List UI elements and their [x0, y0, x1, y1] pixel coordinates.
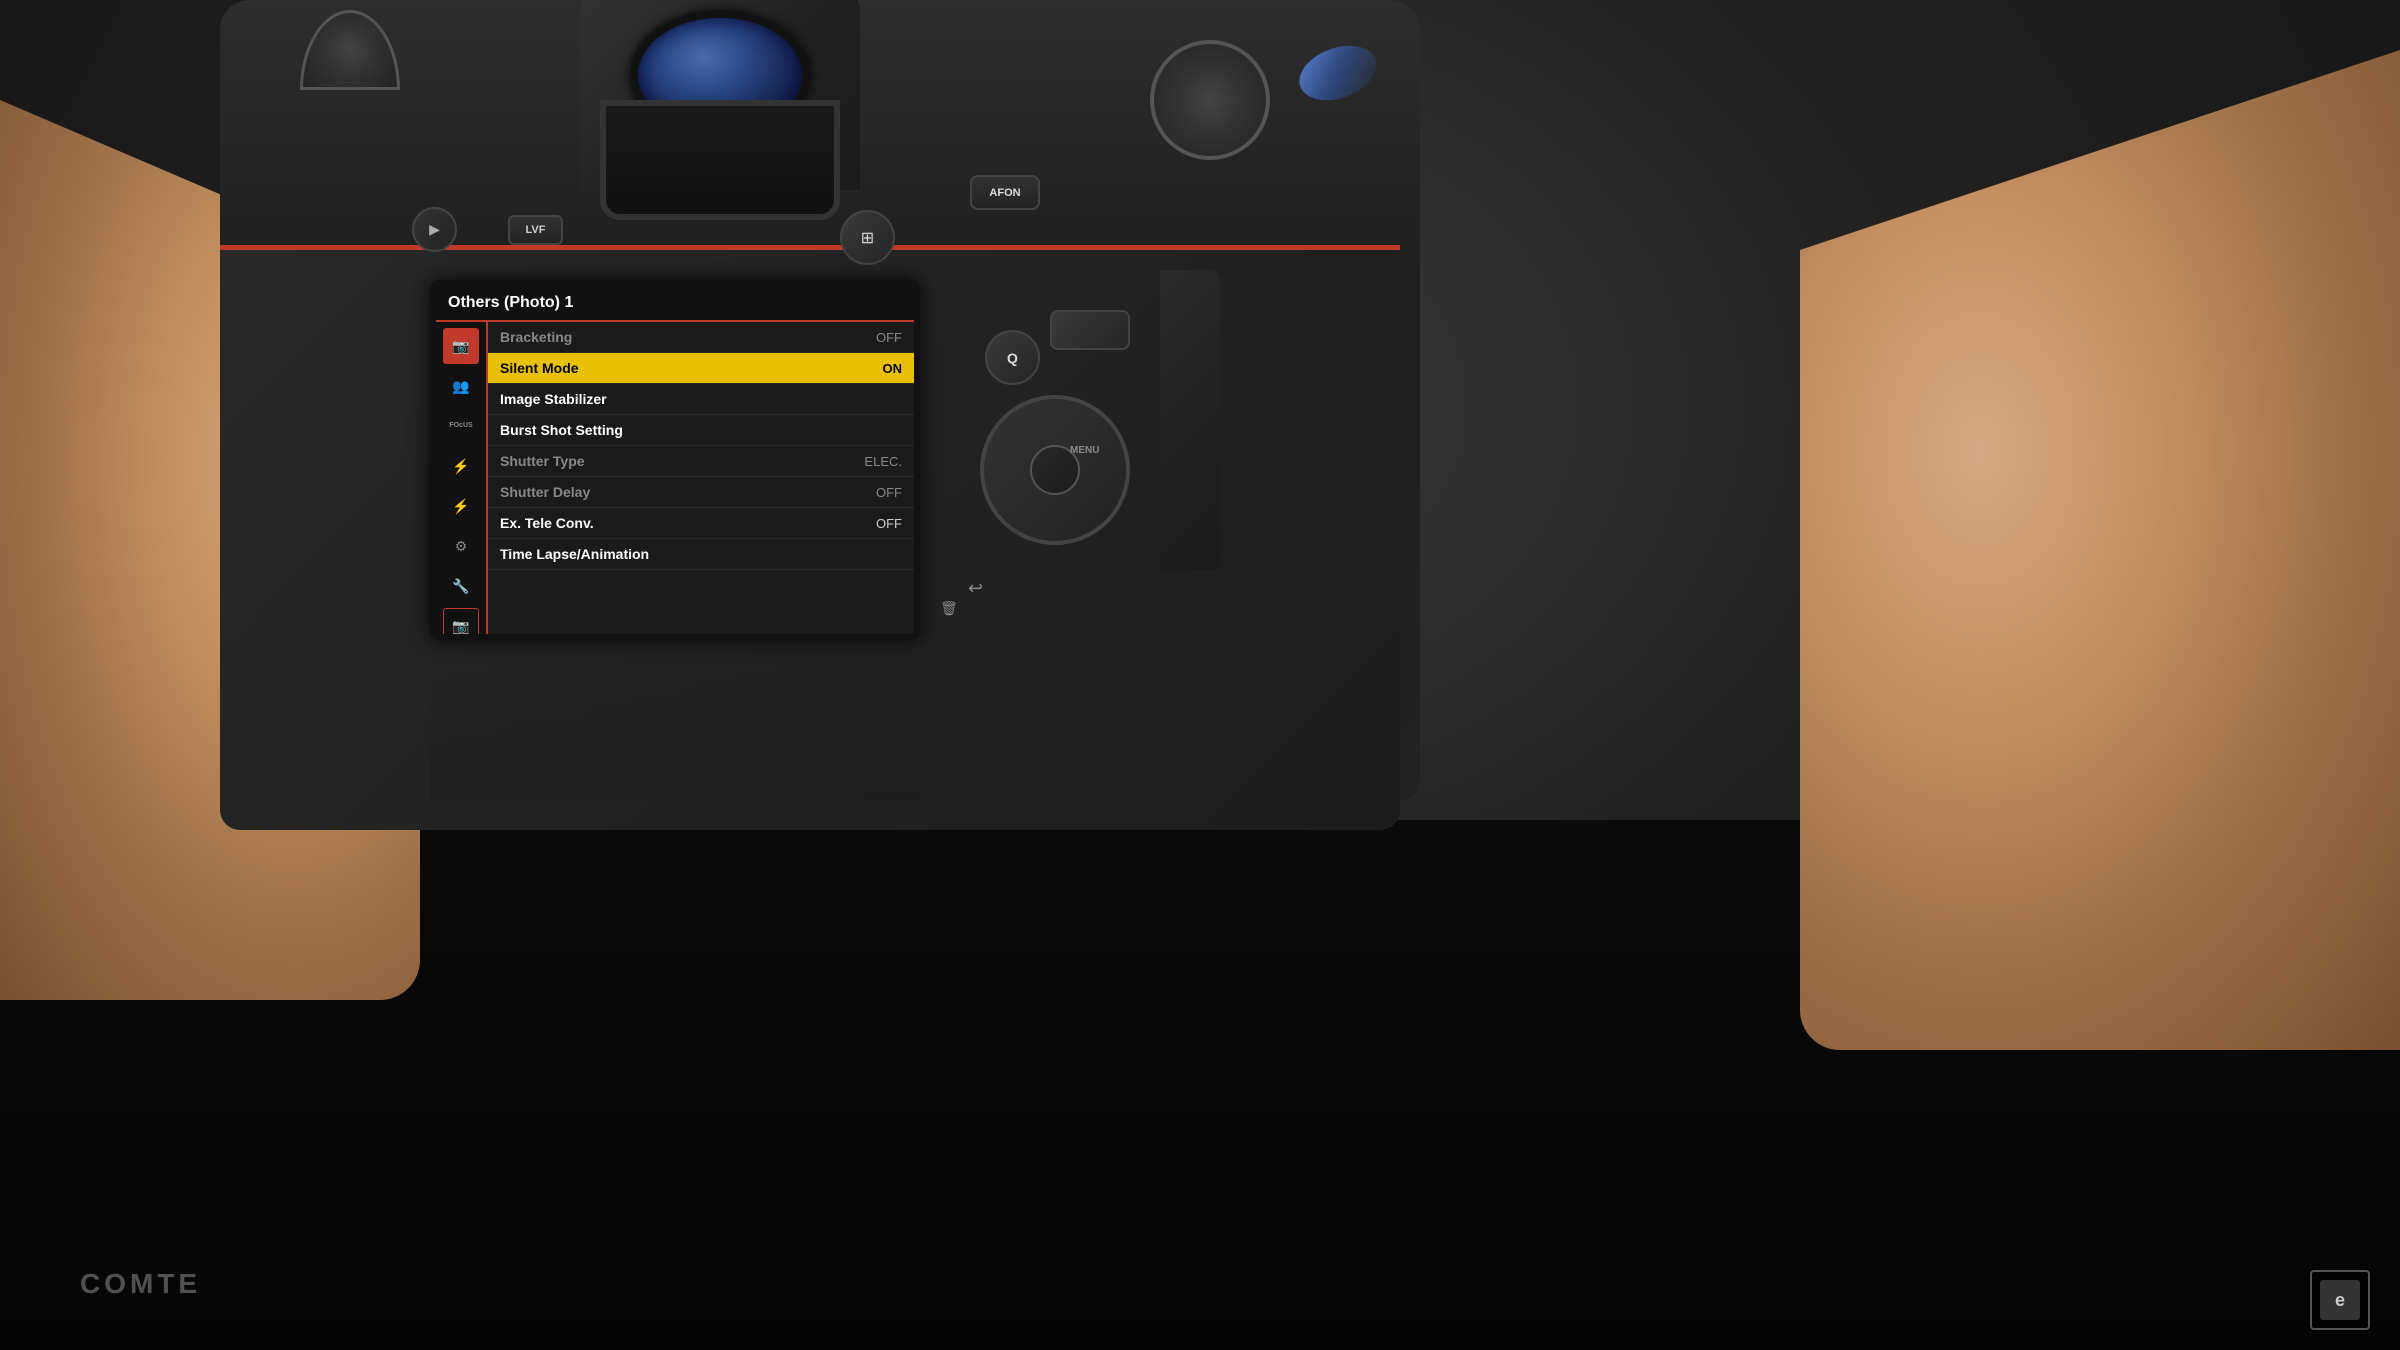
- brand-icon: e: [2320, 1280, 2360, 1320]
- brand-symbol: e: [2335, 1290, 2345, 1311]
- silent-mode-label: Silent Mode: [500, 360, 579, 376]
- screen-content: Others (Photo) 1 📷 👥 FOcUS ⚡: [436, 286, 914, 634]
- flash2-icon: ⚡: [452, 498, 469, 515]
- gear-icon: ⚙: [455, 538, 468, 555]
- shutter-type-value: ELEC.: [864, 454, 902, 469]
- menu-title: Others (Photo) 1: [448, 294, 573, 311]
- sidebar-item-flash1[interactable]: ⚡: [443, 448, 479, 484]
- timelapse-label: Time Lapse/Animation: [500, 546, 649, 562]
- grid-button[interactable]: ⊞: [840, 210, 895, 265]
- menu-sidebar: 📷 👥 FOcUS ⚡ ⚡ ⚙: [436, 322, 488, 640]
- image-stabilizer-label: Image Stabilizer: [500, 391, 607, 407]
- thumb-grip: [1160, 270, 1220, 570]
- q-label: Q: [1007, 350, 1018, 366]
- engadget-watermark: COMTE: [80, 1268, 201, 1300]
- rear-knob[interactable]: [1050, 310, 1130, 350]
- menu-item-bracketing[interactable]: Bracketing OFF: [488, 322, 914, 353]
- sidebar-item-focus[interactable]: FOcUS: [443, 408, 479, 444]
- sidebar-item-gear[interactable]: ⚙: [443, 528, 479, 564]
- brand-watermark: e: [2310, 1270, 2370, 1330]
- bracketing-value: OFF: [876, 330, 902, 345]
- sidebar-item-flash2[interactable]: ⚡: [443, 488, 479, 524]
- focus-label: FOcUS: [449, 422, 472, 430]
- menu-items-list: Bracketing OFF Silent Mode ON Image Stab…: [488, 322, 914, 640]
- people-icon: 👥: [452, 378, 469, 395]
- shutter-delay-label: Shutter Delay: [500, 484, 590, 500]
- camera-red-icon: 📷: [452, 618, 469, 635]
- bracketing-label: Bracketing: [500, 329, 572, 345]
- afo-label: AFON: [989, 187, 1020, 199]
- ex-tele-value: OFF: [876, 516, 902, 531]
- lcd-screen: Others (Photo) 1 📷 👥 FOcUS ⚡: [430, 280, 920, 640]
- ex-tele-label: Ex. Tele Conv.: [500, 515, 594, 531]
- delete-icon: 🗑: [940, 600, 958, 616]
- sidebar-item-people[interactable]: 👥: [443, 368, 479, 404]
- flash1-icon: ⚡: [452, 458, 469, 475]
- lvf-button[interactable]: LVF: [508, 215, 563, 245]
- sidebar-item-camera-red[interactable]: 📷: [443, 608, 479, 640]
- play-button[interactable]: ▶: [412, 207, 457, 252]
- selector-wheel[interactable]: [980, 395, 1130, 545]
- burst-shot-label: Burst Shot Setting: [500, 422, 623, 438]
- menu-item-shutter-delay[interactable]: Shutter Delay OFF: [488, 477, 914, 508]
- menu-label: MENU: [1070, 445, 1099, 456]
- eyecup: [600, 100, 840, 220]
- menu-body: 📷 👥 FOcUS ⚡ ⚡ ⚙: [436, 322, 914, 640]
- menu-item-ex-tele[interactable]: Ex. Tele Conv. OFF: [488, 508, 914, 539]
- lvf-label: LVF: [526, 224, 546, 236]
- menu-button[interactable]: MENU: [1070, 445, 1099, 456]
- shutter-type-label: Shutter Type: [500, 453, 585, 469]
- back-icon: ↩: [968, 578, 983, 598]
- afo-button[interactable]: AFON: [970, 175, 1040, 210]
- q-button[interactable]: Q: [985, 330, 1040, 385]
- camera-icon: 📷: [452, 338, 469, 355]
- menu-item-image-stabilizer[interactable]: Image Stabilizer: [488, 384, 914, 415]
- delete-button[interactable]: 🗑: [940, 600, 958, 617]
- sidebar-item-wrench[interactable]: 🔧: [443, 568, 479, 604]
- menu-header: Others (Photo) 1: [436, 286, 914, 322]
- menu-item-burst-shot[interactable]: Burst Shot Setting: [488, 415, 914, 446]
- menu-item-silent-mode[interactable]: Silent Mode ON: [488, 353, 914, 384]
- menu-item-shutter-type[interactable]: Shutter Type ELEC.: [488, 446, 914, 477]
- shutter-delay-value: OFF: [876, 485, 902, 500]
- top-right-dial[interactable]: [1150, 40, 1270, 160]
- silent-mode-value: ON: [883, 361, 903, 376]
- screen-reflection: [430, 660, 920, 800]
- sidebar-item-camera[interactable]: 📷: [443, 328, 479, 364]
- menu-item-timelapse[interactable]: Time Lapse/Animation: [488, 539, 914, 570]
- wrench-icon: 🔧: [452, 578, 469, 595]
- back-button[interactable]: ↩: [968, 578, 983, 599]
